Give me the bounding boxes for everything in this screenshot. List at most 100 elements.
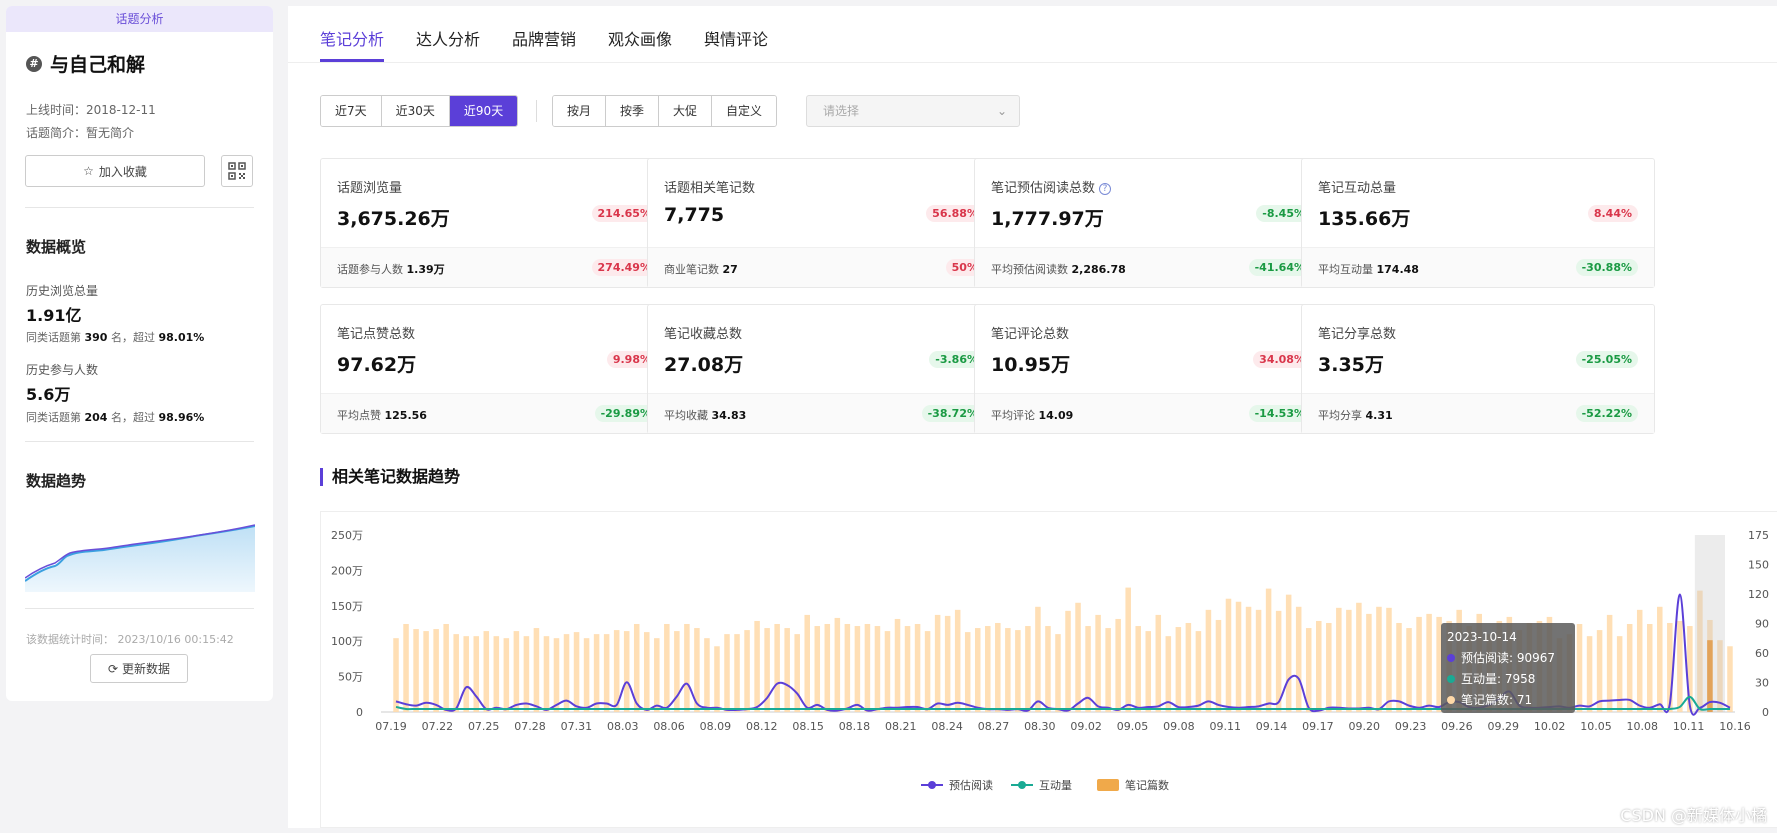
note-count-bar (483, 631, 490, 712)
note-count-bar (1346, 609, 1352, 712)
qr-code-icon (228, 162, 246, 180)
topic-title: # 与自己和解 (26, 50, 145, 77)
hist-users-label: 历史参与人数 (26, 363, 99, 377)
note-count-bar (974, 628, 981, 712)
x-tick-label: 07.25 (468, 720, 500, 733)
x-tick-label: 10.08 (1627, 720, 1659, 733)
note-count-bar (1326, 622, 1332, 712)
trend-section-title: 数据趋势 (26, 472, 87, 490)
card-footer: 商业笔记数 27 50% (648, 247, 1000, 287)
tab-kol-analysis[interactable]: 达人分析 (416, 26, 480, 50)
divider (536, 100, 537, 122)
note-count-bar (533, 628, 540, 712)
period-quarter[interactable]: 按季 (606, 96, 660, 126)
tab-audience[interactable]: 观众画像 (608, 26, 672, 50)
qr-code-button[interactable] (221, 155, 253, 187)
card-label: 笔记收藏总数 (664, 327, 743, 342)
x-tick-label: 07.31 (561, 720, 593, 733)
card-label: 话题相关笔记数 (664, 181, 756, 196)
tab-comments[interactable]: 舆情评论 (704, 26, 768, 50)
note-count-bar (985, 626, 991, 712)
note-count-bar (1376, 606, 1382, 712)
card-footer: 平均预估阅读数 2,286.78 -41.64% (975, 247, 1327, 287)
stat-card: 笔记互动总量 135.66万 8.44% 平均互动量 174.48 -30.88… (1301, 158, 1655, 288)
card-sub-label: 平均预估阅读数 2,286.78 (991, 263, 1126, 276)
note-count-bar (1576, 624, 1583, 712)
x-tick-label: 08.06 (653, 720, 685, 733)
card-sub-label: 平均评论 14.09 (991, 409, 1074, 422)
note-count-bar (403, 624, 409, 712)
note-count-bar (734, 634, 740, 712)
note-count-bar (543, 636, 550, 712)
tab-brand-marketing[interactable]: 品牌营销 (512, 26, 576, 50)
tooltip-text: 2023-10-14 (1447, 630, 1517, 644)
card-label: 笔记评论总数 (991, 327, 1070, 342)
note-count-bar (1396, 622, 1402, 712)
note-count-bar (1245, 606, 1252, 712)
tab-note-analysis[interactable]: 笔记分析 (320, 26, 384, 50)
note-count-bar (593, 634, 600, 712)
range-90d[interactable]: 近90天 (449, 96, 518, 126)
stat-card: 笔记分享总数 3.35万 -25.05% 平均分享 4.31 -52.22% (1301, 304, 1655, 434)
card-footer: 话题参与人数 1.39万 274.49% (321, 247, 673, 287)
note-count-bar (1356, 602, 1362, 712)
topic-sidebar: 话题分析 # 与自己和解 上线时间：2018-12-11 话题简介：暂无简介 ☆… (6, 6, 273, 701)
x-tick-label: 08.18 (839, 720, 871, 733)
help-icon[interactable]: ? (1099, 183, 1112, 195)
tooltip-text: 互动量: 7958 (1461, 672, 1535, 686)
note-count-bar (1677, 620, 1683, 712)
tooltip-text: 笔记篇数: 71 (1461, 692, 1532, 707)
trend-chart-container: 250万 200万 150万 100万 50万 0 175 150 120 90 60 30 0 07.1… (320, 511, 1777, 828)
add-favorite-button[interactable]: ☆ 加入收藏 (25, 155, 205, 187)
card-value: 135.66万 (1318, 208, 1411, 230)
card-value: 1,777.97万 (991, 208, 1104, 230)
x-tick-label: 08.30 (1024, 720, 1056, 733)
note-count-bar (864, 624, 871, 712)
note-count-bar (1596, 630, 1603, 712)
hist-views-rank: 同类话题第 390 名，超过 98.01% (26, 331, 205, 344)
note-count-bar (1727, 646, 1733, 712)
card-sub-label: 平均互动量 174.48 (1318, 263, 1419, 276)
note-count-bar (433, 629, 439, 712)
note-count-bar (1015, 630, 1021, 712)
note-count-bar (924, 631, 931, 712)
note-count-bar (1025, 626, 1031, 712)
note-count-bar (1045, 626, 1051, 712)
period-promo[interactable]: 大促 (659, 96, 713, 126)
note-count-bar (664, 624, 670, 712)
note-count-bar (1406, 628, 1412, 712)
tab-bar: 笔记分析 达人分析 品牌营销 观众画像 舆情评论 (288, 6, 1777, 63)
period-select[interactable]: 请选择 ⌄ (806, 95, 1020, 127)
card-sub-label: 商业笔记数 27 (664, 263, 738, 276)
note-count-bar (1065, 610, 1071, 712)
stat-card: 笔记点赞总数 97.62万 9.98% 平均点赞 125.56 -29.89% (320, 304, 674, 434)
refresh-data-button[interactable]: ⟳ 更新数据 (90, 654, 188, 683)
note-count-bar (844, 624, 851, 712)
legend-label: 预估阅读 (949, 778, 993, 792)
period-custom[interactable]: 自定义 (712, 96, 777, 126)
range-30d[interactable]: 近30天 (381, 96, 450, 126)
note-count-bar (1195, 631, 1202, 712)
x-tick-label: 08.03 (607, 720, 639, 733)
hist-users-value: 5.6万 (26, 385, 71, 404)
y-right-tick-label: 30 (1755, 677, 1769, 690)
divider (25, 608, 254, 609)
active-tab-underline (320, 59, 384, 62)
note-count-bar (1095, 614, 1101, 712)
note-count-bar (1135, 626, 1141, 712)
note-count-bar (1055, 634, 1061, 712)
note-count-bar (1175, 627, 1182, 712)
period-month[interactable]: 按月 (553, 96, 607, 126)
note-count-bar (1255, 609, 1262, 712)
card-label: 笔记互动总量 (1318, 181, 1397, 196)
refresh-label: 更新数据 (122, 662, 171, 676)
x-tick-label: 07.22 (422, 720, 454, 733)
trend-chart: 250万 200万 150万 100万 50万 0 175 150 120 90 60 30 0 07.1… (331, 529, 1769, 792)
note-count-bar (744, 630, 750, 712)
x-tick-label: 10.11 (1673, 720, 1705, 733)
note-count-bar (1426, 613, 1432, 712)
range-7d[interactable]: 近7天 (321, 96, 382, 126)
y-right-tick-label: 120 (1748, 588, 1769, 601)
note-count-bar (914, 624, 921, 712)
note-count-bar (654, 638, 660, 712)
